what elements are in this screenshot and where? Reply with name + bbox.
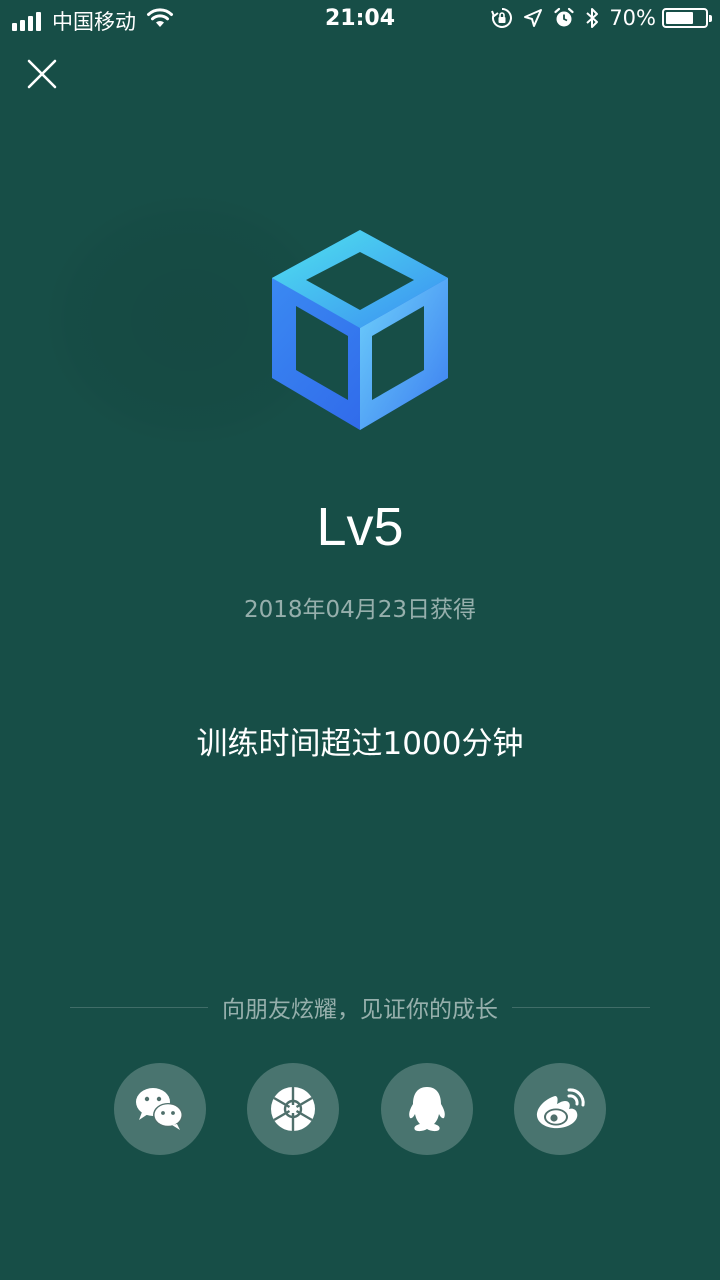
rotation-lock-icon: [491, 7, 513, 29]
battery-icon: [662, 8, 712, 28]
share-qq-button[interactable]: [381, 1063, 473, 1155]
wechat-icon: [136, 1088, 183, 1130]
share-wechat-button[interactable]: [114, 1063, 206, 1155]
qq-icon: [409, 1087, 445, 1132]
share-moments-button[interactable]: [247, 1063, 339, 1155]
level-title: Lv5: [316, 497, 404, 557]
location-icon: [523, 8, 543, 28]
weibo-icon: [536, 1088, 585, 1129]
bluetooth-icon: [585, 7, 599, 29]
share-weibo-button[interactable]: [514, 1063, 606, 1155]
battery-cap: [709, 15, 712, 22]
close-icon: [27, 59, 57, 89]
divider-line-right: [512, 1006, 650, 1008]
cube-badge-icon: [268, 226, 452, 436]
status-bar-right: 70%: [481, 6, 712, 30]
battery-fill: [666, 12, 693, 24]
share-prompt: 向朋友炫耀，见证你的成长: [222, 997, 498, 1023]
moments-icon: [271, 1087, 315, 1131]
achievement-description: 训练时间超过1000分钟: [196, 726, 524, 762]
battery-percent: 70%: [609, 6, 656, 30]
divider-line-left: [70, 1006, 208, 1008]
alarm-icon: [553, 7, 575, 29]
share-divider: 向朋友炫耀，见证你的成长: [70, 990, 650, 1024]
close-button[interactable]: [22, 54, 62, 94]
earned-date: 2018年04月23日获得: [243, 597, 477, 623]
status-bar: 中国移动 21:04 70%: [0, 0, 720, 40]
